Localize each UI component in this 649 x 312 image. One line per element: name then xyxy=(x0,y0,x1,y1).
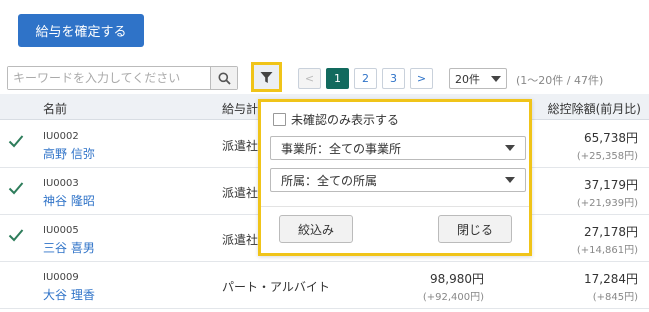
employee-name-link[interactable]: 大谷 理香 xyxy=(43,286,95,303)
check-icon xyxy=(8,135,24,148)
filter-popup: 未確認のみ表示する 事業所：全ての事業所 所属：全ての所属 絞込み 閉じる xyxy=(258,99,532,256)
checkbox-box[interactable] xyxy=(273,113,286,126)
employee-code: IU0002 xyxy=(43,131,79,142)
per-page-value: 20件 xyxy=(455,72,480,86)
employee-code: IU0005 xyxy=(43,225,79,236)
employment-type: パート・アルバイト xyxy=(222,280,330,294)
employee-name-link[interactable]: 高野 信弥 xyxy=(43,145,95,162)
search-icon xyxy=(218,72,231,85)
search-input[interactable] xyxy=(8,67,210,89)
result-range: (1〜20件 / 47件) xyxy=(516,74,604,87)
close-popup-button[interactable]: 閉じる xyxy=(438,215,512,243)
salary-diff: (+92,400円) xyxy=(422,292,484,303)
salary-amount: 98,980円 xyxy=(430,272,484,286)
employee-code: IU0003 xyxy=(43,178,79,189)
deduction-amount: 17,284円 xyxy=(584,272,638,286)
department-select-value: 所属：全ての所属 xyxy=(281,173,378,188)
page-button-3[interactable]: 3 xyxy=(382,68,405,89)
deduction-diff: (+25,358円) xyxy=(576,151,638,162)
triangle-down-icon xyxy=(505,145,515,151)
office-select[interactable]: 事業所：全ての事業所 xyxy=(270,136,526,160)
next-page-button[interactable]: > xyxy=(410,68,433,89)
deduction-diff: (+845円) xyxy=(592,292,638,303)
page-button-1[interactable]: 1 xyxy=(326,68,349,89)
header-deduction: 総控除額(前月比) xyxy=(547,102,641,116)
filter-icon xyxy=(260,71,273,83)
employment-type: 派遣社 xyxy=(222,233,259,247)
deduction-amount: 65,738円 xyxy=(584,131,638,145)
employee-name-link[interactable]: 神谷 隆昭 xyxy=(43,192,95,209)
popup-divider xyxy=(261,206,529,207)
employee-name-link[interactable]: 三谷 喜男 xyxy=(43,239,95,256)
deduction-amount: 37,179円 xyxy=(584,178,638,192)
table-row[interactable]: IU0009 大谷 理香 パート・アルバイト 98,980円 (+92,400円… xyxy=(0,262,649,309)
employment-type: 派遣社 xyxy=(222,139,259,153)
triangle-down-icon xyxy=(491,75,501,82)
search-button[interactable] xyxy=(210,67,237,89)
pagination: < 1 2 3 > xyxy=(298,68,433,89)
employee-code: IU0009 xyxy=(43,272,79,283)
header-type: 給与計 xyxy=(222,102,259,116)
confirm-payroll-button[interactable]: 給与を確定する xyxy=(18,14,144,47)
filter-button[interactable] xyxy=(251,62,282,92)
deduction-diff: (+14,861円) xyxy=(576,245,638,256)
check-icon xyxy=(8,229,24,242)
office-select-value: 事業所：全ての事業所 xyxy=(281,141,402,156)
prev-page-button[interactable]: < xyxy=(298,68,321,89)
page-button-2[interactable]: 2 xyxy=(354,68,377,89)
deduction-amount: 27,178円 xyxy=(584,225,638,239)
check-icon xyxy=(8,182,24,195)
apply-filter-button[interactable]: 絞込み xyxy=(279,215,353,243)
header-name: 名前 xyxy=(43,102,68,116)
employment-type: 派遣社 xyxy=(222,186,259,200)
per-page-select[interactable]: 20件 xyxy=(449,68,507,89)
search-box xyxy=(7,66,238,90)
department-select[interactable]: 所属：全ての所属 xyxy=(270,168,526,192)
deduction-diff: (+21,939円) xyxy=(576,198,638,209)
unconfirmed-only-checkbox[interactable]: 未確認のみ表示する xyxy=(273,111,399,128)
unconfirmed-only-label: 未確認のみ表示する xyxy=(291,113,400,127)
triangle-down-icon xyxy=(505,177,515,183)
